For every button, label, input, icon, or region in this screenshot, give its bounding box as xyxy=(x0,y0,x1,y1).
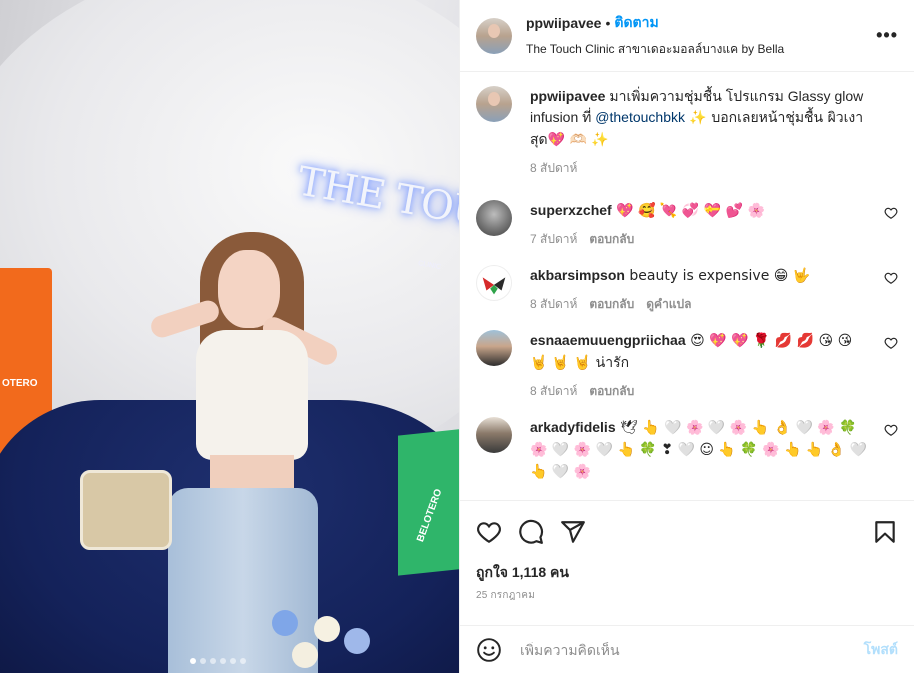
likes-section: ถูกใจ 1,118 คน 25 กรกฎาคม xyxy=(460,562,914,603)
handbag xyxy=(80,470,172,550)
flower-arrangement xyxy=(262,606,382,673)
reply-button[interactable]: ตอบกลับ xyxy=(589,295,634,314)
separator-dot: • xyxy=(605,15,611,31)
comments-list[interactable]: ppwiipavee มาเพิ่มความชุ่มชื้น โปรแกรม G… xyxy=(460,72,914,500)
reply-button[interactable]: ตอบกลับ xyxy=(589,382,634,401)
comment-input[interactable] xyxy=(520,641,864,658)
heart-icon[interactable] xyxy=(884,336,898,350)
author-avatar[interactable] xyxy=(476,17,512,54)
comment-time[interactable]: 8 สัปดาห์ xyxy=(530,295,577,314)
akbar-logo-icon xyxy=(482,277,506,295)
comment-body: arkadyfidelis 🕊 👆 🤍 🌸 🤍 🌸 👆 👌 🤍 🌸 🍀 🌸 🤍 … xyxy=(530,417,898,483)
comment-text: akbarsimpson beauty is expensive 😁 🤟 xyxy=(530,265,874,287)
comment-item: arkadyfidelis 🕊 👆 🤍 🌸 🤍 🌸 👆 👌 🤍 🌸 🍀 🌸 🤍 … xyxy=(476,417,898,483)
more-horizontal-icon[interactable]: ••• xyxy=(876,25,898,46)
comment-avatar[interactable] xyxy=(476,200,512,236)
paper-plane-icon[interactable] xyxy=(560,519,586,545)
comment-meta: 8 สัปดาห์ ตอบกลับ ดูคำแปล xyxy=(530,295,874,314)
comment-item: esnaaemuuengpriichaa 😍 💖 💖 🌹 💋 💋 😘 😘 🤘 🤘… xyxy=(476,330,898,401)
comment-item: superxzchef 💖 🥰 💘 💞 💝 💕 🌸 7 สัปดาห์ ตอบก… xyxy=(476,200,898,249)
comment-body: superxzchef 💖 🥰 💘 💞 💝 💕 🌸 7 สัปดาห์ ตอบก… xyxy=(530,200,898,249)
carousel-dot xyxy=(220,658,226,664)
heart-icon[interactable] xyxy=(476,519,502,545)
person-top xyxy=(196,330,308,460)
author-line: ppwiipavee • ติดตาม xyxy=(526,12,876,34)
caption-text: ppwiipavee มาเพิ่มความชุ่มชื้น โปรแกรม G… xyxy=(530,86,874,151)
comment-body: akbarsimpson beauty is expensive 😁 🤟 8 ส… xyxy=(530,265,898,314)
comment-content: 💖 🥰 💘 💞 💝 💕 🌸 xyxy=(611,203,765,219)
comment-avatar[interactable] xyxy=(476,265,512,301)
heart-icon[interactable] xyxy=(884,206,898,220)
carousel-dot xyxy=(240,658,246,664)
comment-icon[interactable] xyxy=(518,519,544,545)
post-header: ppwiipavee • ติดตาม The Touch Clinic สาข… xyxy=(460,0,914,72)
flower xyxy=(292,642,318,668)
caption-body: ppwiipavee มาเพิ่มความชุ่มชื้น โปรแกรม G… xyxy=(530,86,898,178)
reply-button[interactable]: ตอบกลับ xyxy=(589,230,634,249)
heart-icon[interactable] xyxy=(884,423,898,437)
heart-icon[interactable] xyxy=(884,271,898,285)
comment-username[interactable]: esnaaemuuengpriichaa xyxy=(530,332,686,348)
caption-mention[interactable]: @thetouchbkk xyxy=(595,109,685,125)
comment-username[interactable]: arkadyfidelis xyxy=(530,419,616,435)
caption-avatar[interactable] xyxy=(476,86,512,122)
see-translation-button[interactable]: ดูคำแปล xyxy=(646,295,691,314)
caption-time[interactable]: 8 สัปดาห์ xyxy=(530,159,577,178)
post-comment-button[interactable]: โพสต์ xyxy=(864,639,898,661)
carousel-dot xyxy=(210,658,216,664)
comment-avatar[interactable] xyxy=(476,417,512,453)
comment-username[interactable]: superxzchef xyxy=(530,202,612,218)
post-details-panel: ppwiipavee • ติดตาม The Touch Clinic สาข… xyxy=(459,0,914,673)
comment-meta: 8 สัปดาห์ ตอบกลับ xyxy=(530,382,874,401)
author-username[interactable]: ppwiipavee xyxy=(526,15,601,31)
comment-meta: 7 สัปดาห์ ตอบกลับ xyxy=(530,230,874,249)
flower xyxy=(272,610,298,636)
bookmark-icon[interactable] xyxy=(872,519,898,545)
comment-username[interactable]: akbarsimpson xyxy=(530,267,625,283)
instagram-post-modal: THE TOUCH CLINIC OTERO BELOTERO ppwiipav… xyxy=(0,0,914,673)
comment-item: akbarsimpson beauty is expensive 😁 🤟 8 ส… xyxy=(476,265,898,314)
flower xyxy=(344,628,370,654)
caption: ppwiipavee มาเพิ่มความชุ่มชื้น โปรแกรม G… xyxy=(476,86,898,178)
orange-box-label: OTERO xyxy=(2,378,38,389)
carousel-dot xyxy=(200,658,206,664)
comment-time[interactable]: 8 สัปดาห์ xyxy=(530,382,577,401)
comment-avatar[interactable] xyxy=(476,330,512,366)
smiley-icon[interactable] xyxy=(476,637,502,663)
comment-text: arkadyfidelis 🕊 👆 🤍 🌸 🤍 🌸 👆 👌 🤍 🌸 🍀 🌸 🤍 … xyxy=(530,417,874,483)
likes-count[interactable]: ถูกใจ 1,118 คน xyxy=(476,562,898,584)
post-date[interactable]: 25 กรกฎาคม xyxy=(476,588,898,603)
caption-username[interactable]: ppwiipavee xyxy=(530,88,605,104)
comment-text: esnaaemuuengpriichaa 😍 💖 💖 🌹 💋 💋 😘 😘 🤘 🤘… xyxy=(530,330,874,374)
author-meta: ppwiipavee • ติดตาม The Touch Clinic สาข… xyxy=(526,12,876,59)
carousel-indicator xyxy=(190,658,246,664)
add-comment-bar: โพสต์ xyxy=(460,625,914,673)
post-photo[interactable]: THE TOUCH CLINIC OTERO BELOTERO xyxy=(0,0,459,673)
comment-time[interactable]: 7 สัปดาห์ xyxy=(530,230,577,249)
carousel-dot xyxy=(190,658,196,664)
post-location[interactable]: The Touch Clinic สาขาเดอะมอลล์บางแค by B… xyxy=(526,40,876,59)
caption-meta: 8 สัปดาห์ xyxy=(530,159,874,178)
post-actions-bar xyxy=(460,500,914,562)
carousel-dot xyxy=(230,658,236,664)
follow-button[interactable]: ติดตาม xyxy=(614,12,658,34)
comment-body: esnaaemuuengpriichaa 😍 💖 💖 🌹 💋 💋 😘 😘 🤘 🤘… xyxy=(530,330,898,401)
flower xyxy=(314,616,340,642)
comment-content: beauty is expensive 😁 🤟 xyxy=(624,268,811,284)
comment-text: superxzchef 💖 🥰 💘 💞 💝 💕 🌸 xyxy=(530,200,874,222)
